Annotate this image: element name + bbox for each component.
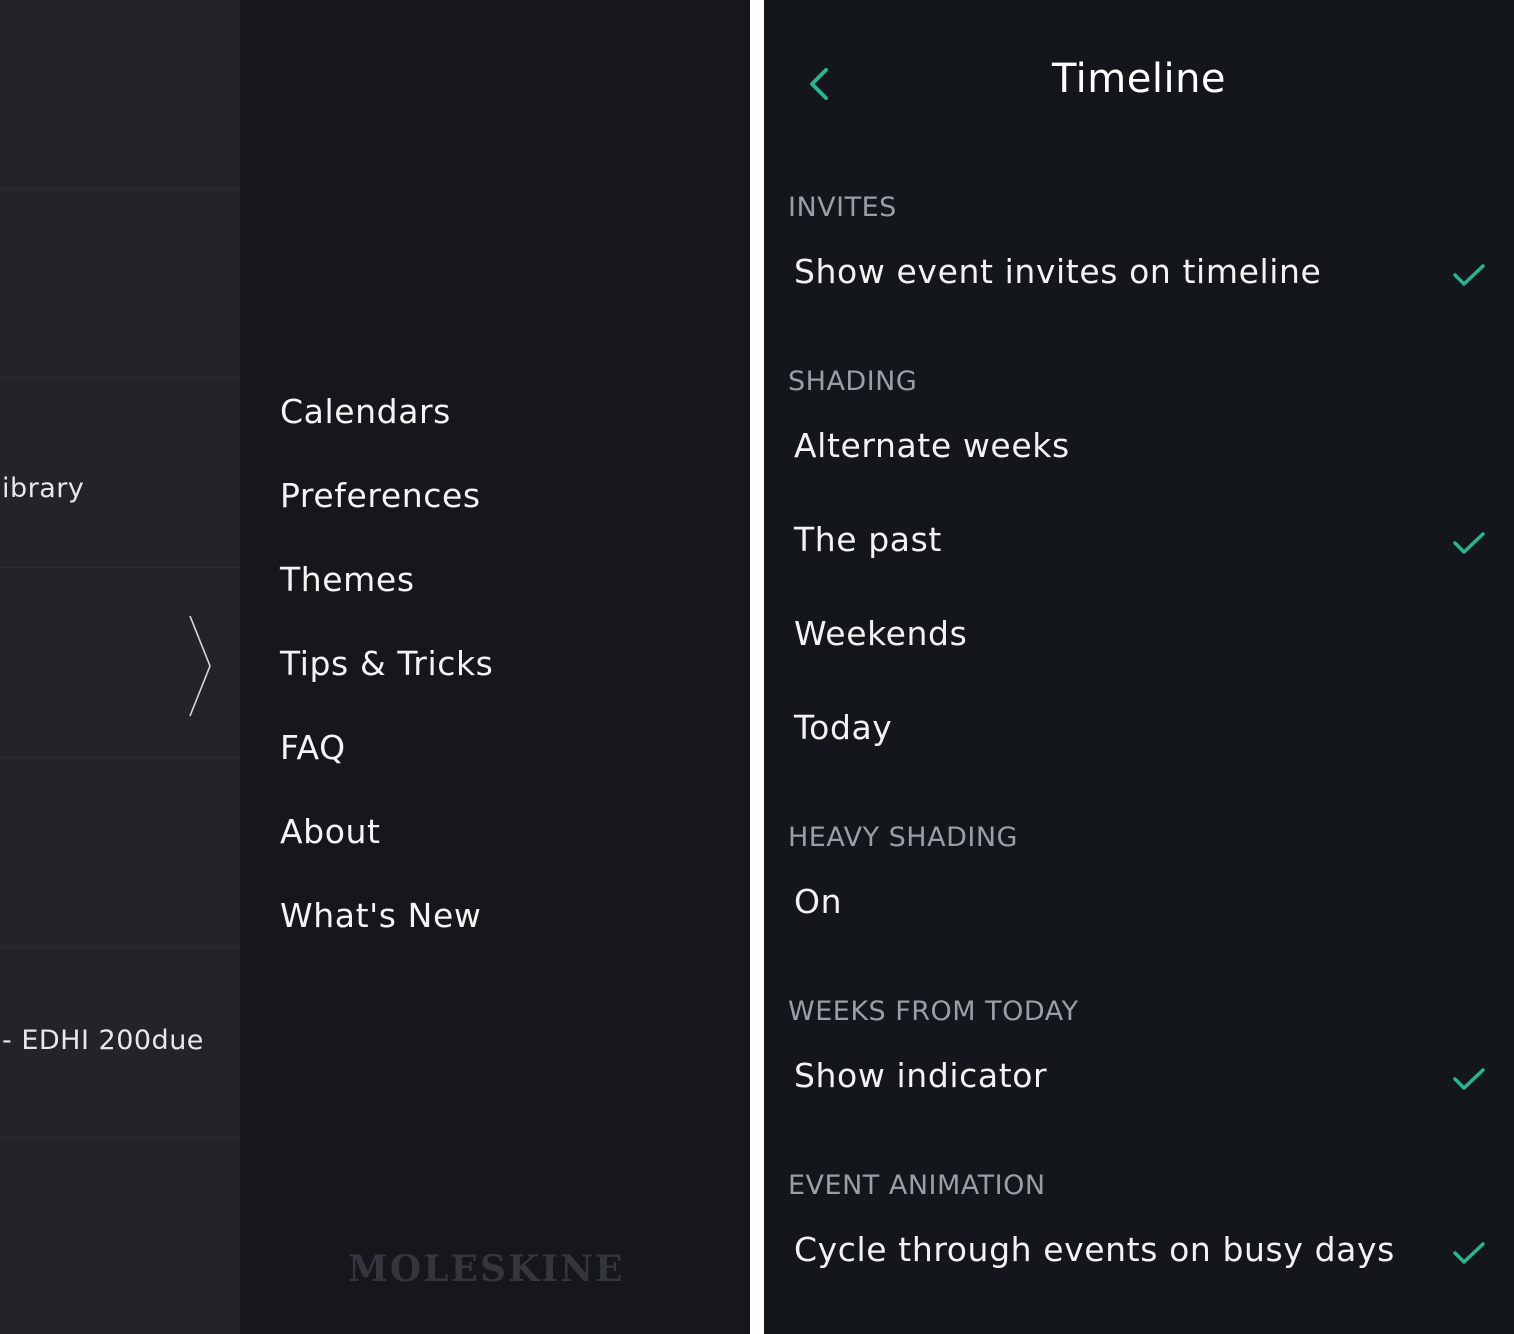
section-header-event-animation: EVENT ANIMATION bbox=[788, 1170, 1046, 1201]
setting-weekends[interactable]: Weekends bbox=[764, 602, 1514, 672]
chevron-right-icon[interactable] bbox=[186, 614, 214, 718]
menu-item-about[interactable]: About bbox=[280, 812, 381, 851]
setting-show-indicator[interactable]: Show indicator bbox=[764, 1044, 1514, 1114]
checkmark-icon bbox=[1453, 264, 1485, 286]
menu-item-preferences[interactable]: Preferences bbox=[280, 476, 481, 515]
setting-show-event-invites[interactable]: Show event invites on timeline bbox=[764, 240, 1514, 310]
timeline-row[interactable] bbox=[0, 189, 240, 378]
timeline-strip[interactable]: ibrary - EDHI 200due bbox=[0, 0, 240, 1334]
page-title: Timeline bbox=[1051, 56, 1227, 102]
setting-today[interactable]: Today bbox=[764, 696, 1514, 766]
menu-item-faq[interactable]: FAQ bbox=[280, 728, 346, 767]
section-header-heavy-shading: HEAVY SHADING bbox=[788, 822, 1018, 853]
setting-label: Cycle through events on busy days bbox=[794, 1230, 1395, 1269]
timeline-row[interactable] bbox=[0, 759, 240, 948]
setting-the-past[interactable]: The past bbox=[764, 508, 1514, 578]
setting-label: On bbox=[794, 882, 843, 921]
side-menu: Calendars Preferences Themes Tips & Tric… bbox=[240, 0, 750, 1334]
setting-label: The past bbox=[794, 520, 942, 559]
timeline-row[interactable] bbox=[0, 1139, 240, 1334]
event-text: - EDHI 200due bbox=[2, 1025, 204, 1056]
checkmark-icon bbox=[1453, 1242, 1485, 1264]
checkmark-icon bbox=[1453, 1068, 1485, 1090]
checkmark-icon bbox=[1453, 532, 1485, 554]
setting-label: Show indicator bbox=[794, 1056, 1048, 1095]
timeline-settings-panel: Timeline INVITES Show event invites on t… bbox=[764, 0, 1514, 1334]
menu-item-themes[interactable]: Themes bbox=[280, 560, 415, 599]
section-header-shading: SHADING bbox=[788, 366, 918, 397]
setting-label: Weekends bbox=[794, 614, 968, 653]
moleskine-logo: MOLESKINE bbox=[348, 1248, 625, 1290]
panel-divider bbox=[750, 0, 764, 1334]
setting-label: Alternate weeks bbox=[794, 426, 1070, 465]
timeline-row[interactable]: - EDHI 200due bbox=[0, 949, 240, 1138]
menu-item-whats-new[interactable]: What's New bbox=[280, 896, 481, 935]
menu-item-calendars[interactable]: Calendars bbox=[280, 392, 451, 431]
section-header-weeks-from-today: WEEKS FROM TODAY bbox=[788, 996, 1079, 1027]
setting-label: Today bbox=[794, 708, 893, 747]
setting-cycle-through-events[interactable]: Cycle through events on busy days bbox=[764, 1218, 1514, 1288]
setting-alternate-weeks[interactable]: Alternate weeks bbox=[764, 414, 1514, 484]
section-header-invites: INVITES bbox=[788, 192, 897, 223]
setting-heavy-shading-on[interactable]: On bbox=[764, 870, 1514, 940]
menu-item-tips-tricks[interactable]: Tips & Tricks bbox=[280, 644, 493, 683]
setting-label: Show event invites on timeline bbox=[794, 252, 1322, 291]
timeline-row[interactable]: ibrary bbox=[0, 379, 240, 568]
event-text: ibrary bbox=[2, 473, 85, 504]
timeline-row[interactable] bbox=[0, 0, 240, 189]
